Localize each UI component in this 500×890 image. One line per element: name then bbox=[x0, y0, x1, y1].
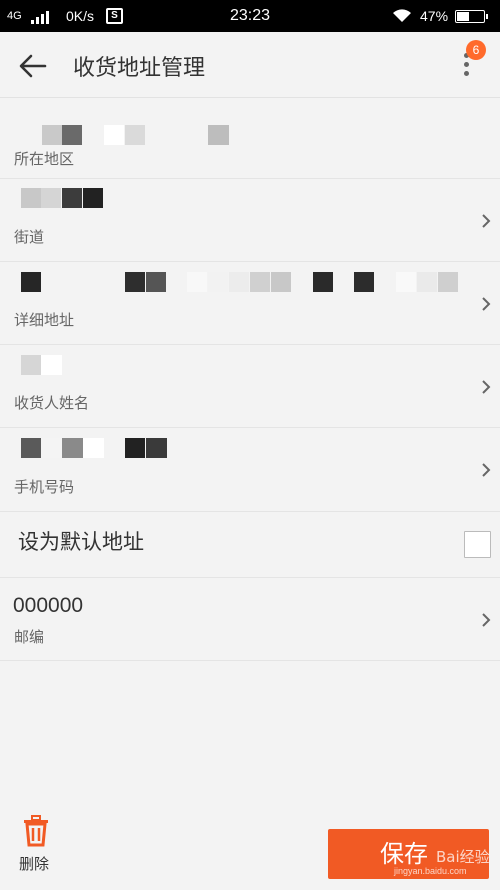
region-row[interactable]: 所在地区 bbox=[0, 99, 500, 179]
chevron-right-icon bbox=[482, 463, 491, 477]
recipient-name-label: 收货人姓名 bbox=[14, 394, 90, 412]
region-label: 所在地区 bbox=[14, 150, 75, 168]
battery-icon bbox=[455, 10, 488, 23]
app-bar: 收货地址管理 6 bbox=[0, 32, 500, 98]
default-address-row: 设为默认地址 bbox=[0, 512, 500, 578]
page-title: 收货地址管理 bbox=[73, 56, 206, 81]
wifi-icon bbox=[393, 9, 411, 22]
status-bar: 4G 0K/s S 23:23 47% bbox=[0, 0, 500, 32]
back-arrow-icon[interactable] bbox=[18, 52, 48, 80]
zip-code-row[interactable]: 000000 邮编 bbox=[0, 578, 500, 661]
watermark-url: jingyan.baidu.com bbox=[394, 866, 467, 876]
default-address-checkbox[interactable] bbox=[464, 531, 491, 558]
chevron-right-icon bbox=[482, 297, 491, 311]
trash-icon bbox=[24, 815, 48, 847]
phone-row[interactable]: 手机号码 bbox=[0, 428, 500, 512]
chevron-right-icon bbox=[482, 214, 491, 228]
delete-button[interactable]: 删除 bbox=[14, 815, 60, 875]
chevron-right-icon bbox=[482, 380, 491, 394]
recipient-name-row[interactable]: 收货人姓名 bbox=[0, 345, 500, 428]
detail-address-label: 详细地址 bbox=[14, 311, 75, 329]
street-label: 街道 bbox=[14, 228, 45, 246]
phone-label: 手机号码 bbox=[14, 478, 75, 496]
battery-percentage: 47% bbox=[420, 8, 449, 24]
zip-code-value: 000000 bbox=[13, 594, 84, 617]
street-row[interactable]: 街道 bbox=[0, 179, 500, 262]
watermark-text: Bai经验 bbox=[436, 848, 490, 866]
chevron-right-icon bbox=[482, 613, 491, 627]
detail-address-row[interactable]: 详细地址 bbox=[0, 262, 500, 345]
default-address-label: 设为默认地址 bbox=[18, 530, 144, 554]
zip-code-label: 邮编 bbox=[14, 628, 45, 646]
baidu-jingyan-watermark: Bai经验 jingyan.baidu.com bbox=[380, 836, 490, 880]
notification-badge: 6 bbox=[466, 40, 486, 60]
delete-label: 删除 bbox=[19, 855, 50, 873]
